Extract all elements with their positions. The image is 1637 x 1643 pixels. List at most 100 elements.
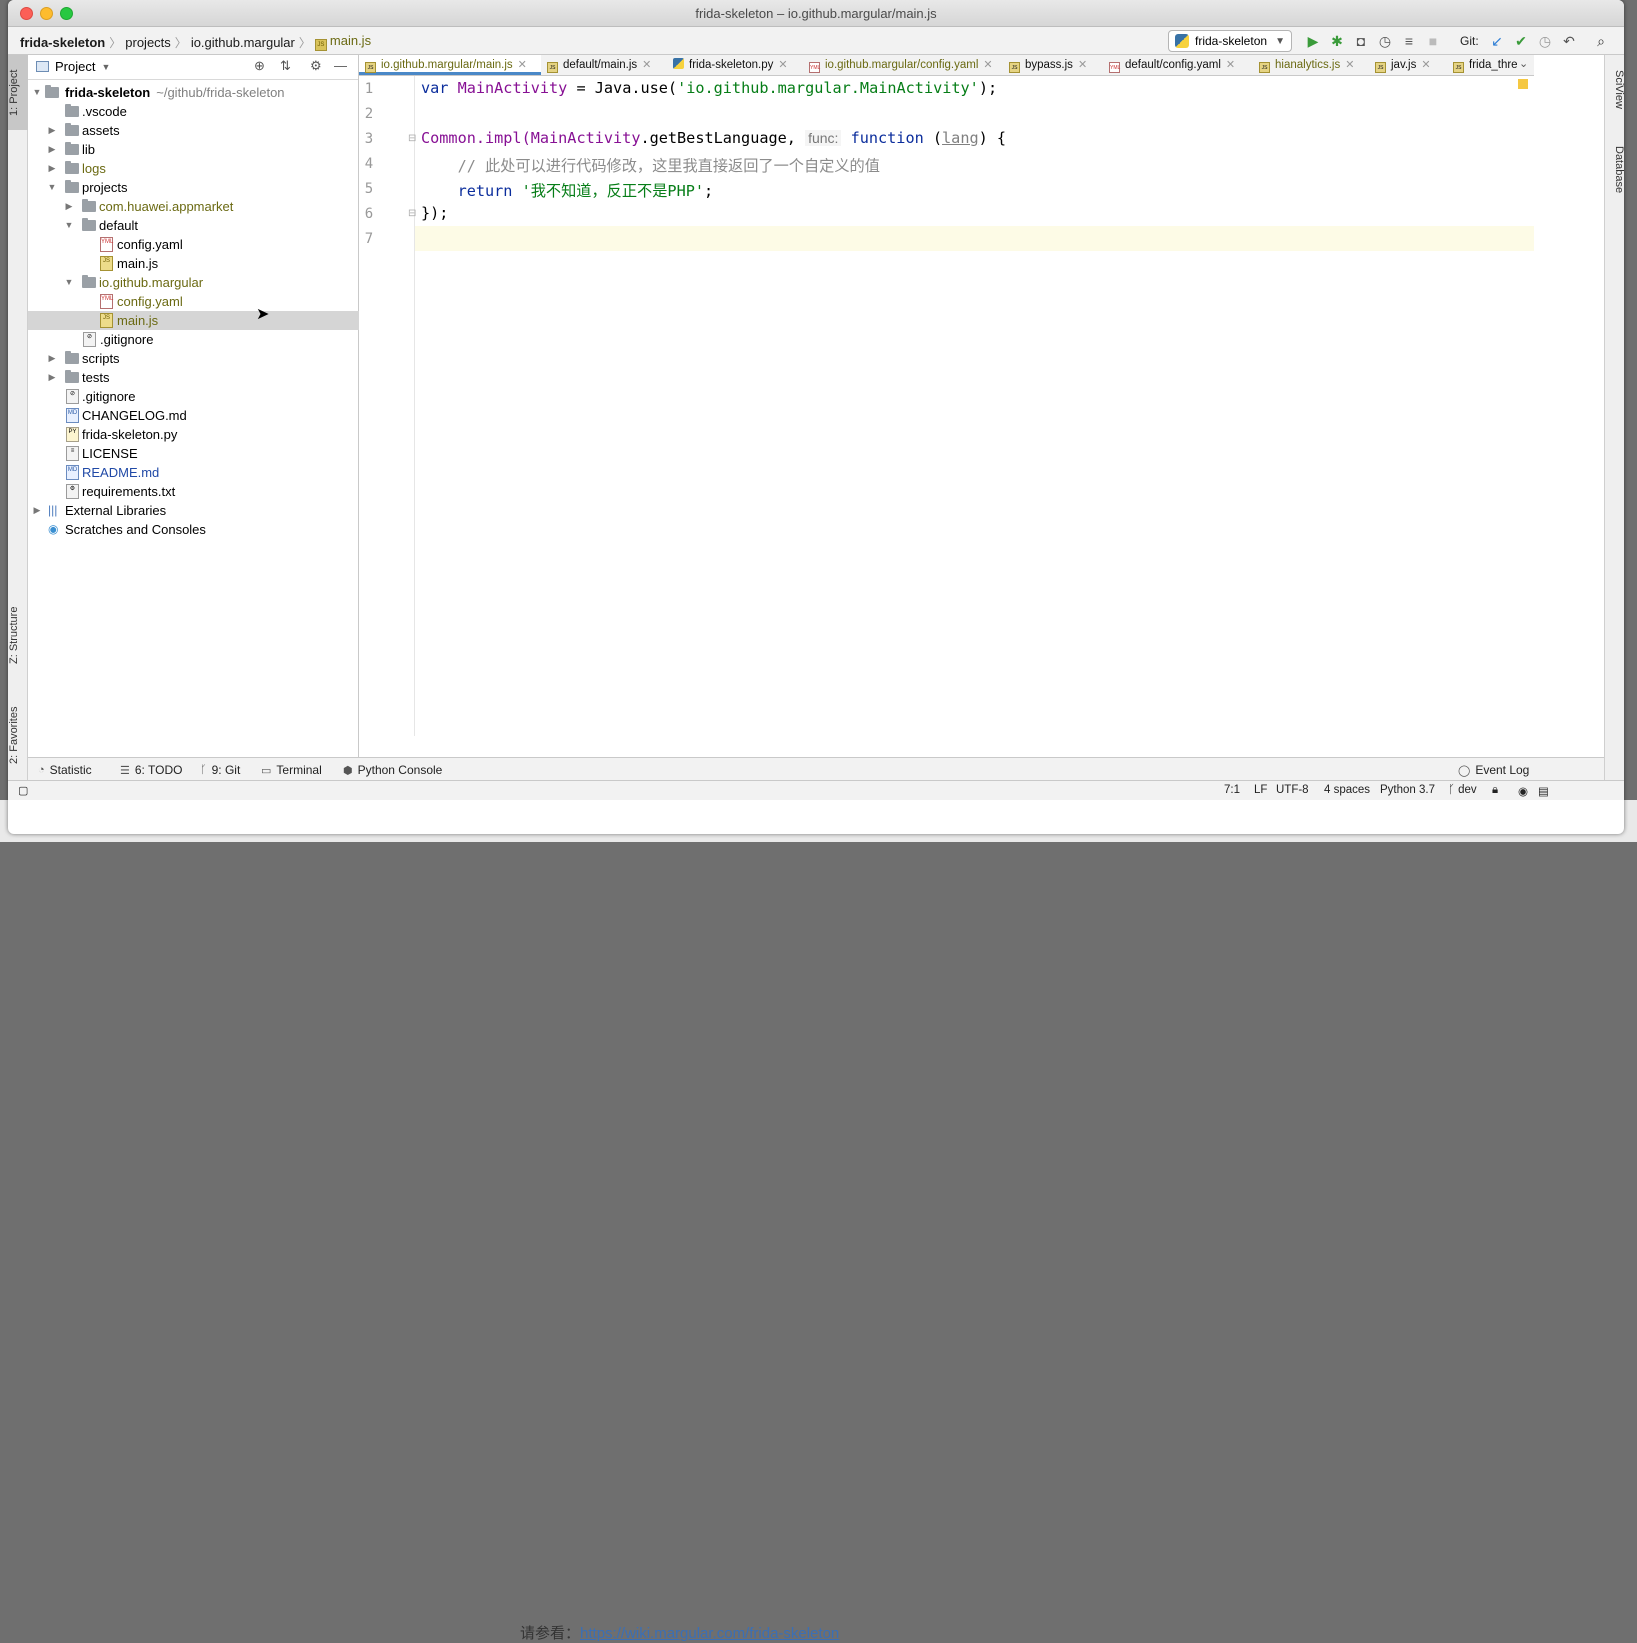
tab-frida-threa[interactable]: JSfrida_threa: [1447, 55, 1517, 75]
caret-position[interactable]: 7:1: [1224, 784, 1240, 796]
python-interpreter[interactable]: Python 3.7: [1380, 784, 1435, 796]
tree-item-default[interactable]: ▼ default: [28, 216, 359, 235]
yaml-file-icon: YML: [1109, 62, 1120, 73]
coverage-icon[interactable]: ◘: [1352, 32, 1370, 50]
tree-item-margular-main[interactable]: JS main.js: [28, 311, 359, 330]
close-icon[interactable]: ✕: [642, 59, 651, 71]
tab-event-log[interactable]: ◯ Event Log: [1458, 763, 1529, 777]
tab-structure-tool[interactable]: Z: Structure: [8, 595, 28, 675]
tab-default-main-js[interactable]: JS default/main.js ✕: [541, 55, 667, 75]
tree-item-vscode[interactable]: .vscode: [28, 102, 359, 121]
chevron-right-icon: 〉: [109, 35, 122, 50]
gitignore-file-icon: ⊘: [66, 389, 79, 404]
tree-item-external-libraries[interactable]: ▶ ||| External Libraries: [28, 501, 359, 520]
close-icon[interactable]: ✕: [1078, 59, 1087, 71]
close-icon[interactable]: ✕: [1345, 59, 1354, 71]
tab-git[interactable]: ᚴ 9: Git: [200, 763, 240, 777]
fold-icon[interactable]: ⊟: [408, 208, 416, 219]
tree-item-gitignore[interactable]: ⊘ .gitignore: [28, 387, 359, 406]
tree-item-frida-skeleton-py[interactable]: PY frida-skeleton.py: [28, 425, 359, 444]
tab-margular-main-js[interactable]: JS io.github.margular/main.js ✕: [359, 55, 541, 75]
run-concurrency-icon[interactable]: ≡: [1400, 32, 1418, 50]
stop-icon[interactable]: ■: [1424, 32, 1442, 50]
run-configuration-label: frida-skeleton: [1195, 34, 1268, 48]
tree-item-huawei[interactable]: ▶ com.huawei.appmarket: [28, 197, 359, 216]
run-icon[interactable]: ▶: [1304, 32, 1322, 50]
tree-item-readme[interactable]: MD README.md: [28, 463, 359, 482]
search-icon[interactable]: ⌕: [1592, 32, 1610, 50]
close-icon[interactable]: ✕: [1226, 59, 1235, 71]
line-number: 5: [364, 181, 374, 197]
lock-icon[interactable]: 🔒︎: [1492, 784, 1498, 797]
tree-item-scratches[interactable]: ◉ Scratches and Consoles: [28, 520, 359, 539]
tree-item-lib[interactable]: ▶ lib: [28, 140, 359, 159]
file-encoding[interactable]: UTF-8: [1276, 784, 1309, 796]
git-history-icon[interactable]: ◷: [1536, 32, 1554, 50]
tree-item-projects-gitignore[interactable]: ⊘ .gitignore: [28, 330, 359, 349]
tab-database[interactable]: Database: [1605, 135, 1624, 205]
close-icon[interactable]: ✕: [1421, 59, 1430, 71]
tab-terminal[interactable]: ▭ Terminal: [261, 763, 322, 777]
breadcrumb-package[interactable]: io.github.margular: [187, 35, 299, 50]
locate-file-icon[interactable]: ⊕: [254, 58, 265, 74]
tree-item-root[interactable]: ▼ frida-skeleton ~/github/frida-skeleton: [28, 83, 359, 102]
close-icon[interactable]: ✕: [983, 59, 992, 71]
tab-todo[interactable]: ☰ 6: TODO: [120, 763, 182, 777]
hide-panel-icon[interactable]: —: [334, 58, 347, 73]
git-commit-icon[interactable]: ✔: [1512, 32, 1530, 50]
tab-favorites-tool[interactable]: 2: Favorites: [8, 695, 28, 775]
inspector-icon[interactable]: ◉: [1518, 784, 1528, 798]
debug-icon[interactable]: ✱: [1328, 32, 1346, 50]
python-file-icon: PY: [66, 427, 79, 442]
breadcrumb-root[interactable]: frida-skeleton: [20, 35, 109, 50]
indent-setting[interactable]: 4 spaces: [1324, 784, 1370, 796]
tree-item-scripts[interactable]: ▶ scripts: [28, 349, 359, 368]
run-configuration-select[interactable]: frida-skeleton ▼: [1168, 30, 1292, 52]
tab-margular-config-yaml[interactable]: YML io.github.margular/config.yaml ✕: [803, 55, 1003, 75]
tree-item-default-main[interactable]: JS main.js: [28, 254, 359, 273]
breadcrumb-projects[interactable]: projects: [121, 35, 175, 50]
chevron-down-icon: ▼: [32, 87, 42, 97]
line-separator[interactable]: LF: [1254, 784, 1267, 796]
tab-jav-js[interactable]: JS jav.js ✕: [1369, 55, 1447, 75]
tree-item-license[interactable]: ≡ LICENSE: [28, 444, 359, 463]
close-icon[interactable]: ✕: [778, 59, 787, 71]
js-file-icon: JS: [1375, 62, 1386, 73]
tab-hianalytics-js[interactable]: JS hianalytics.js ✕: [1253, 55, 1369, 75]
profile-icon[interactable]: ◷: [1376, 32, 1394, 50]
git-rollback-icon[interactable]: ↶: [1560, 32, 1578, 50]
project-view-select[interactable]: Project ▼: [36, 59, 110, 74]
warning-marker[interactable]: [1518, 79, 1528, 89]
chevron-down-icon[interactable]: ⌄: [1519, 57, 1528, 70]
close-icon[interactable]: ✕: [518, 59, 527, 71]
parameter-hint: func:: [805, 130, 842, 146]
tree-item-projects[interactable]: ▼ projects: [28, 178, 359, 197]
code-editor[interactable]: 1 2 3 4 5 6 7 ⊟ ⊟ var MainActivity = Jav…: [359, 76, 1534, 736]
tab-sciview[interactable]: SciView: [1605, 59, 1624, 119]
toggle-tool-windows-icon[interactable]: ▢: [18, 784, 28, 797]
collapse-all-icon[interactable]: ⇅: [280, 58, 291, 74]
memory-icon[interactable]: ▤: [1538, 784, 1549, 798]
tree-item-margular-config[interactable]: YML config.yaml: [28, 292, 359, 311]
breadcrumb-file[interactable]: JS main.js: [311, 33, 375, 51]
tree-item-changelog[interactable]: MD CHANGELOG.md: [28, 406, 359, 425]
tree-item-assets[interactable]: ▶ assets: [28, 121, 359, 140]
git-branch[interactable]: ᚴ dev: [1448, 784, 1477, 796]
tab-frida-skeleton-py[interactable]: frida-skeleton.py ✕: [667, 55, 803, 75]
tree-item-default-config[interactable]: YML config.yaml: [28, 235, 359, 254]
tab-bypass-js[interactable]: JS bypass.js ✕: [1003, 55, 1103, 75]
gear-icon[interactable]: ⚙: [310, 58, 322, 74]
tab-default-config-yaml[interactable]: YML default/config.yaml ✕: [1103, 55, 1253, 75]
chevron-down-icon: ▼: [47, 182, 57, 192]
git-update-icon[interactable]: ↙: [1488, 32, 1506, 50]
tree-item-tests[interactable]: ▶ tests: [28, 368, 359, 387]
tab-statistic[interactable]: ◔ Statistic: [38, 763, 92, 777]
navigation-bar: frida-skeleton 〉 projects 〉 io.github.ma…: [8, 27, 1624, 55]
js-file-icon: JS: [1259, 62, 1270, 73]
tree-item-logs[interactable]: ▶ logs: [28, 159, 359, 178]
fold-icon[interactable]: ⊟: [408, 133, 416, 144]
tree-item-margular[interactable]: ▼ io.github.margular: [28, 273, 359, 292]
tree-item-requirements[interactable]: ⚙ requirements.txt: [28, 482, 359, 501]
tab-python-console[interactable]: ⬢ Python Console: [343, 763, 442, 777]
tab-project-tool[interactable]: 1: Project: [8, 55, 28, 130]
